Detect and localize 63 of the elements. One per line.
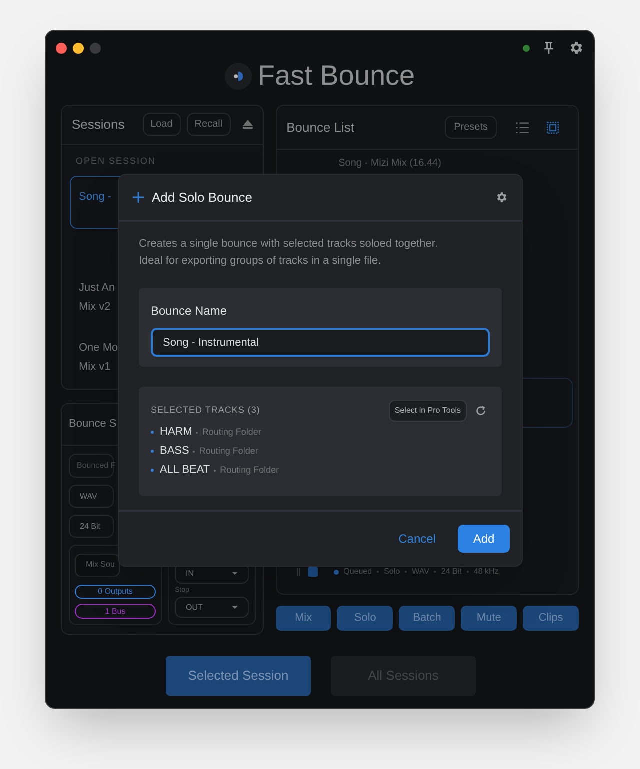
track-type: Routing Folder bbox=[199, 444, 258, 458]
checkbox-icon[interactable] bbox=[308, 567, 318, 577]
settings-icon[interactable] bbox=[568, 40, 584, 56]
track-name: HARM bbox=[160, 425, 192, 440]
session-button[interactable]: Recall bbox=[186, 113, 231, 136]
session-name: Song - bbox=[79, 190, 112, 205]
stop-select[interactable]: OUT bbox=[175, 597, 249, 618]
session-name: One Mo bbox=[79, 341, 118, 356]
section-label: OPEN SESSION bbox=[75, 154, 158, 168]
routing-badge: 0 Outputs bbox=[75, 584, 156, 600]
bounce-type-button[interactable]: Batch bbox=[399, 606, 456, 631]
track-type: Routing Folder bbox=[202, 426, 262, 439]
panel-title: Bounce S bbox=[69, 417, 117, 432]
presets-button[interactable]: Presets bbox=[445, 116, 497, 139]
caret-icon bbox=[232, 606, 238, 609]
session-name: Just An bbox=[79, 281, 116, 296]
list-view-icon[interactable] bbox=[516, 122, 529, 134]
bounce-meta: 48 kHz bbox=[474, 566, 499, 578]
bounce-meta: Solo bbox=[384, 566, 400, 578]
pin-icon[interactable] bbox=[542, 41, 556, 55]
caret-icon bbox=[232, 572, 238, 575]
minimize-window-icon[interactable] bbox=[73, 42, 84, 54]
format-select[interactable]: WAV bbox=[69, 485, 114, 508]
session-subtitle: Mix v2 bbox=[79, 300, 111, 314]
bounce-meta: 24 Bit bbox=[441, 566, 462, 578]
bullet-icon bbox=[151, 450, 154, 453]
bullet-icon bbox=[151, 431, 154, 434]
session-button[interactable]: Load bbox=[142, 113, 181, 136]
select-in-pro-tools-button[interactable]: Select in Pro Tools bbox=[388, 400, 467, 422]
bounce-type-button[interactable]: Mute bbox=[461, 606, 518, 631]
drag-handle-icon[interactable] bbox=[296, 568, 300, 576]
bounce-meta: WAV bbox=[412, 566, 430, 578]
close-window-icon[interactable] bbox=[56, 42, 67, 54]
refresh-icon[interactable] bbox=[476, 406, 486, 416]
app-logo-icon bbox=[224, 62, 252, 90]
panel-title: Sessions bbox=[72, 116, 126, 134]
section-heading: SELECTED TRACKS (3) bbox=[151, 404, 262, 418]
bounce-type-button[interactable]: Mix bbox=[276, 606, 332, 631]
eject-icon[interactable] bbox=[242, 120, 253, 130]
bounce-meta: Queued bbox=[344, 566, 372, 578]
track-name: ALL BEAT bbox=[160, 463, 210, 478]
bounce-item-name: Song - Mizi Mix (16.44) bbox=[338, 157, 442, 171]
session-subtitle: Mix v1 bbox=[79, 360, 111, 374]
panel-title: Bounce List bbox=[286, 118, 356, 137]
dialog-description: Creates a single bounce with selected tracks soloed together. Ideal for exporting groups of tracks in a single file. bbox=[139, 237, 440, 269]
settings-icon[interactable] bbox=[495, 191, 508, 204]
bounce-type-button[interactable]: Clips bbox=[523, 606, 579, 631]
bit-depth-select[interactable]: 24 Bit bbox=[69, 515, 114, 538]
scope-button[interactable]: Selected Session bbox=[166, 656, 311, 696]
routing-badge: 1 Bus bbox=[75, 604, 156, 619]
dialog-title: Add Solo Bounce bbox=[152, 188, 254, 207]
field-label: Bounce Name bbox=[151, 303, 228, 320]
bullet-icon bbox=[151, 469, 154, 472]
add-button[interactable]: Add bbox=[458, 525, 510, 553]
grid-view-icon[interactable] bbox=[547, 122, 559, 134]
source-button[interactable]: Mix Sou bbox=[75, 554, 120, 577]
track-name: BASS bbox=[160, 444, 190, 460]
track-type: Routing Folder bbox=[220, 464, 280, 477]
bounce-name-input[interactable]: Song - Instrumental bbox=[151, 328, 490, 357]
bounce-type-button[interactable]: Solo bbox=[337, 606, 394, 631]
app-title: Fast Bounce bbox=[258, 62, 416, 90]
plus-icon bbox=[133, 192, 144, 203]
cancel-button[interactable]: Cancel bbox=[398, 525, 436, 553]
